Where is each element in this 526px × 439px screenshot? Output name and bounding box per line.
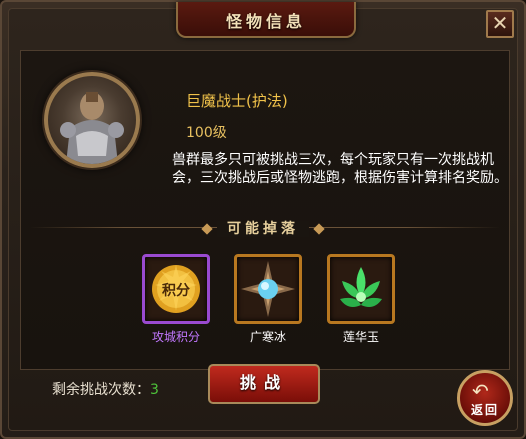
diamond-ornament-icon <box>313 223 325 235</box>
challenge-button[interactable]: 挑战 <box>208 364 320 404</box>
back-button[interactable]: ↶ 返回 <box>457 370 513 426</box>
close-button[interactable]: ✕ <box>486 10 514 38</box>
title-bar: 怪物信息 <box>176 2 356 38</box>
points-coin-icon: 积分 <box>152 265 200 313</box>
remaining-label: 剩余挑战次数： <box>52 382 150 398</box>
lotus-jade-icon <box>340 267 382 307</box>
monster-portrait-icon <box>60 92 124 164</box>
close-icon: ✕ <box>491 11 509 35</box>
window-title: 怪物信息 <box>225 12 306 31</box>
drop-item-label: 莲华玉 <box>342 330 379 344</box>
return-arrow-icon: ↶ <box>472 379 489 403</box>
points-icon-text: 积分 <box>162 282 190 299</box>
drop-item-label: 攻城积分 <box>151 330 200 344</box>
drop-item-label: 广寒冰 <box>249 330 286 344</box>
ice-crystal-icon <box>241 261 295 317</box>
drop-item-ice[interactable] <box>234 254 302 324</box>
drop-item-points[interactable]: 积分 <box>142 254 210 324</box>
remaining-challenges: 剩余挑战次数：3 <box>52 379 159 399</box>
back-button-label: 返回 <box>470 403 499 417</box>
drop-item-jade[interactable] <box>327 254 395 324</box>
drops-title: 可能掉落 <box>217 221 309 237</box>
monster-name: 巨魔战士(护法) <box>186 92 288 110</box>
remaining-count: 3 <box>150 382 159 398</box>
monster-portrait <box>44 72 140 168</box>
monster-level: 100级 <box>186 125 227 141</box>
diamond-ornament-icon <box>201 223 213 235</box>
monster-description: 兽群最多只可被挑战三次，每个玩家只有一次挑战机会，三次挑战后或怪物逃跑，根据伤害… <box>172 152 508 186</box>
drops-heading: 可能掉落 <box>0 218 526 238</box>
